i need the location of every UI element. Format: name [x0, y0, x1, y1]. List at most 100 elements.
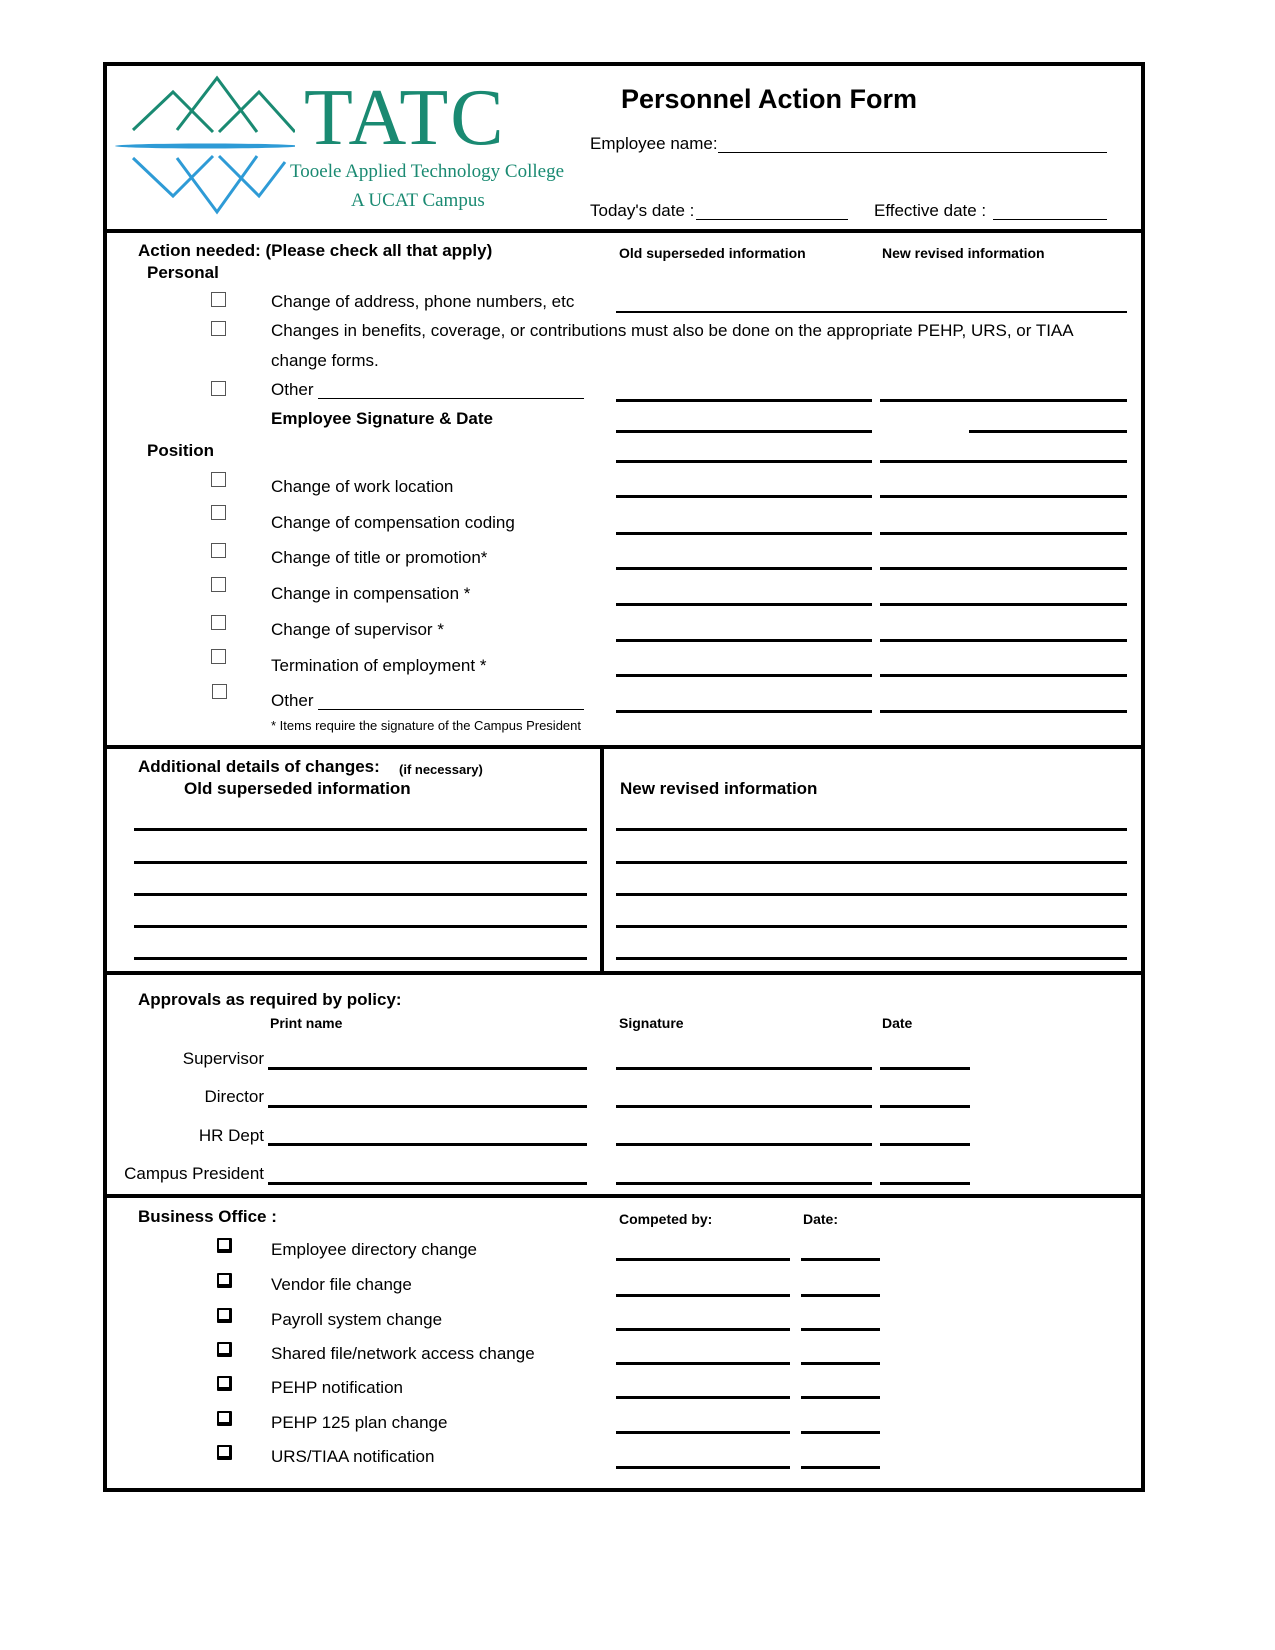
personal-checkbox-benefits[interactable] [211, 321, 226, 336]
business-item-label: Vendor file change [271, 1275, 412, 1294]
business-checkbox[interactable] [217, 1238, 232, 1253]
date-line[interactable] [880, 1067, 970, 1070]
details-new-line[interactable] [616, 893, 1127, 896]
details-old-line[interactable] [134, 925, 587, 928]
mountain-lake-logo-icon [115, 75, 295, 215]
business-checkbox[interactable] [217, 1411, 232, 1426]
old-info-line[interactable] [616, 460, 872, 463]
campus-president-footnote: * Items require the signature of the Cam… [271, 718, 581, 733]
signature-line[interactable] [616, 1067, 872, 1070]
details-heading: Additional details of changes: [138, 757, 380, 776]
position-item-label: Other [271, 691, 314, 710]
business-date-line[interactable] [801, 1258, 880, 1261]
personal-checkbox-other[interactable] [211, 381, 226, 396]
business-office-heading: Business Office : [138, 1207, 277, 1226]
print-name-line[interactable] [268, 1105, 587, 1108]
position-checkbox[interactable] [211, 472, 226, 487]
business-item-label: URS/TIAA notification [271, 1447, 435, 1466]
old-info-line[interactable] [616, 674, 872, 677]
old-new-info-line[interactable] [616, 311, 1127, 313]
old-info-line[interactable] [616, 639, 872, 642]
business-checkbox[interactable] [217, 1273, 232, 1288]
position-heading: Position [147, 441, 215, 460]
business-date-line[interactable] [801, 1362, 880, 1365]
old-info-line[interactable] [616, 603, 872, 606]
print-name-line[interactable] [268, 1067, 587, 1070]
date-line[interactable] [880, 1182, 970, 1185]
section-divider-action [103, 745, 1145, 749]
business-checkbox[interactable] [217, 1308, 232, 1323]
completed-by-line[interactable] [616, 1466, 790, 1469]
print-name-column-header: Print name [270, 1015, 343, 1031]
page-title: Personnel Action Form [621, 84, 918, 114]
new-info-line[interactable] [880, 639, 1127, 642]
old-info-line[interactable] [616, 399, 872, 402]
approval-role-label: HR Dept [198, 1126, 264, 1145]
details-new-line[interactable] [616, 957, 1127, 960]
new-info-line[interactable] [880, 460, 1127, 463]
position-checkbox[interactable] [211, 577, 226, 592]
approval-role-label: Campus President [124, 1164, 264, 1183]
new-info-line[interactable] [880, 567, 1127, 570]
employee-name-field[interactable] [718, 134, 1107, 153]
logo-college-name: Tooele Applied Technology College [290, 161, 565, 182]
old-info-line[interactable] [616, 495, 872, 498]
employee-signature-date-line[interactable] [969, 430, 1127, 433]
old-info-line[interactable] [616, 710, 872, 713]
completed-by-line[interactable] [616, 1362, 790, 1365]
employee-signature-label: Employee Signature & Date [271, 409, 494, 428]
todays-date-field[interactable] [696, 201, 848, 220]
personal-other-field[interactable] [318, 380, 584, 399]
employee-signature-line[interactable] [616, 430, 872, 433]
completed-by-line[interactable] [616, 1328, 790, 1331]
new-info-line[interactable] [880, 495, 1127, 498]
position-checkbox[interactable] [212, 684, 227, 699]
completed-by-line[interactable] [616, 1258, 790, 1261]
details-old-line[interactable] [134, 828, 587, 831]
details-old-line[interactable] [134, 893, 587, 896]
signature-line[interactable] [616, 1143, 872, 1146]
business-item-label: PEHP 125 plan change [271, 1413, 448, 1432]
position-other-field[interactable] [318, 691, 584, 710]
old-info-line[interactable] [616, 567, 872, 570]
personal-item-label: Other [271, 380, 314, 399]
business-checkbox[interactable] [217, 1342, 232, 1357]
print-name-line[interactable] [268, 1182, 587, 1185]
new-info-line[interactable] [880, 674, 1127, 677]
signature-line[interactable] [616, 1182, 872, 1185]
details-new-line[interactable] [616, 925, 1127, 928]
new-info-line[interactable] [880, 710, 1127, 713]
personal-checkbox-address[interactable] [211, 292, 226, 307]
section-divider-approvals [103, 1194, 1145, 1198]
business-date-line[interactable] [801, 1431, 880, 1434]
business-date-line[interactable] [801, 1396, 880, 1399]
business-checkbox[interactable] [217, 1445, 232, 1460]
details-column-divider [600, 745, 604, 973]
position-checkbox[interactable] [211, 649, 226, 664]
details-new-line[interactable] [616, 828, 1127, 831]
old-info-line[interactable] [616, 532, 872, 535]
signature-line[interactable] [616, 1105, 872, 1108]
business-date-line[interactable] [801, 1294, 880, 1297]
details-old-line[interactable] [134, 861, 587, 864]
position-item-label: Change of title or promotion* [271, 548, 488, 567]
details-new-line[interactable] [616, 861, 1127, 864]
details-heading-note: (if necessary) [399, 762, 483, 777]
print-name-line[interactable] [268, 1143, 587, 1146]
completed-by-line[interactable] [616, 1396, 790, 1399]
completed-by-line[interactable] [616, 1294, 790, 1297]
position-checkbox[interactable] [211, 505, 226, 520]
date-line[interactable] [880, 1105, 970, 1108]
position-checkbox[interactable] [211, 615, 226, 630]
effective-date-field[interactable] [993, 201, 1107, 220]
business-checkbox[interactable] [217, 1376, 232, 1391]
new-info-line[interactable] [880, 603, 1127, 606]
date-line[interactable] [880, 1143, 970, 1146]
position-checkbox[interactable] [211, 543, 226, 558]
new-info-line[interactable] [880, 399, 1127, 402]
business-date-line[interactable] [801, 1466, 880, 1469]
details-old-line[interactable] [134, 957, 587, 960]
completed-by-line[interactable] [616, 1431, 790, 1434]
business-date-line[interactable] [801, 1328, 880, 1331]
new-info-line[interactable] [880, 532, 1127, 535]
